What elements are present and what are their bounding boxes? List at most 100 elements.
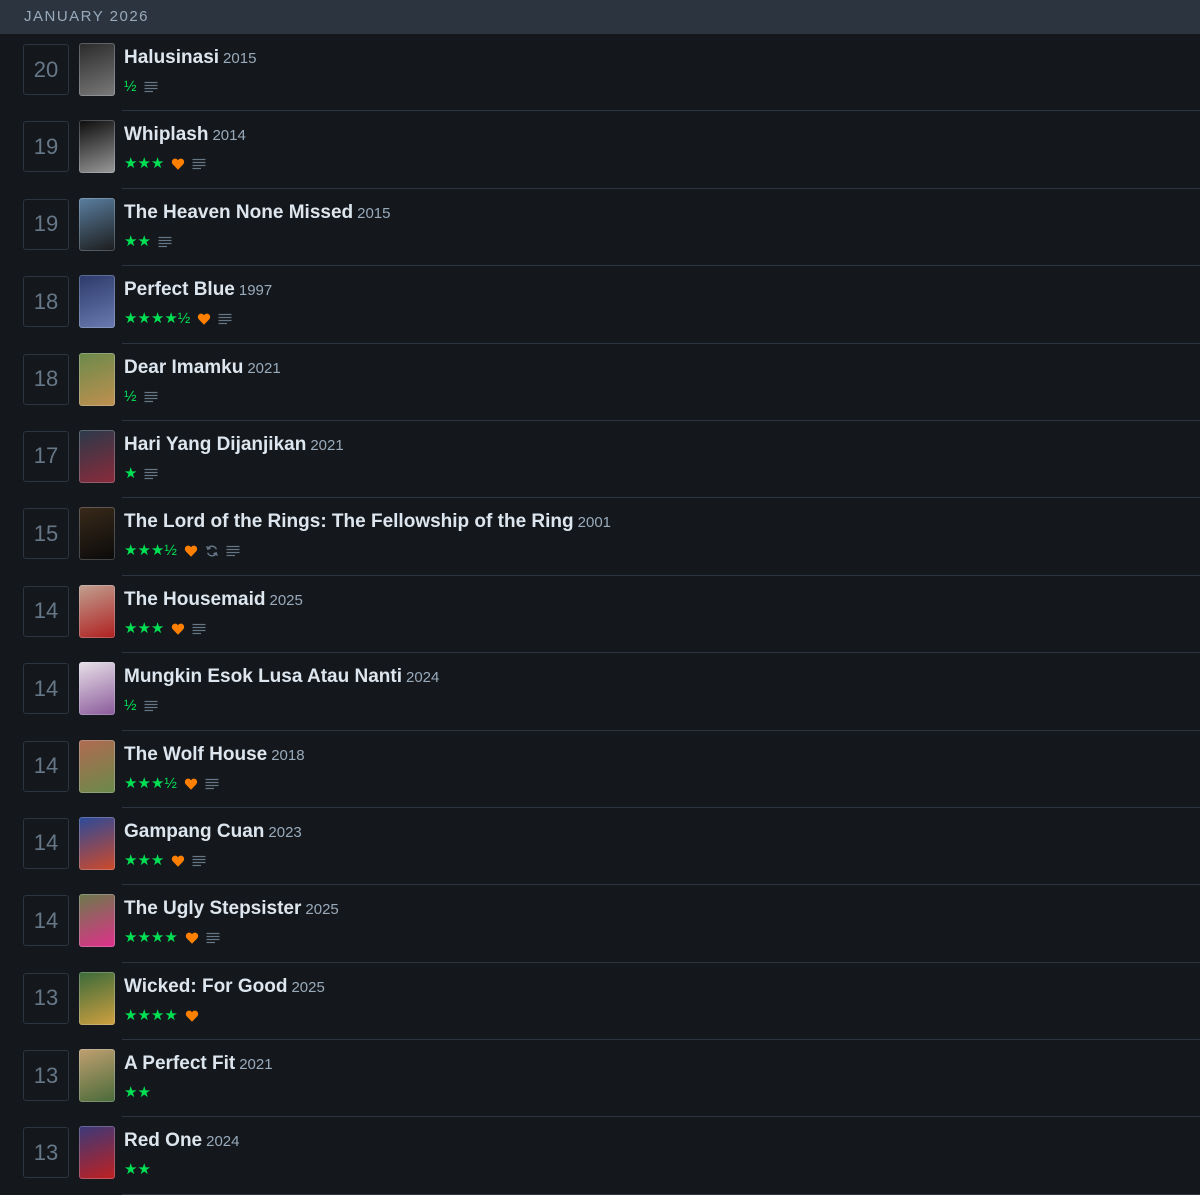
film-year-link[interactable]: 2021	[310, 437, 343, 454]
film-poster[interactable]	[79, 507, 115, 561]
diary-entry-row[interactable]: 14 The Housemaid 2025 ★★★	[0, 576, 1200, 654]
film-title-link[interactable]: Gampang Cuan	[124, 821, 264, 842]
star-rating: ½	[124, 78, 137, 95]
review-icon[interactable]	[144, 391, 158, 403]
film-title-link[interactable]: The Heaven None Missed	[124, 202, 353, 223]
day-badge[interactable]: 15	[23, 508, 69, 560]
film-title-link[interactable]: Halusinasi	[124, 47, 219, 68]
day-badge[interactable]: 13	[23, 972, 69, 1024]
film-title-link[interactable]: Mungkin Esok Lusa Atau Nanti	[124, 666, 402, 687]
film-title-link[interactable]: The Wolf House	[124, 744, 267, 765]
film-title-link[interactable]: The Housemaid	[124, 589, 265, 610]
review-icon[interactable]	[218, 313, 232, 325]
film-poster[interactable]	[79, 352, 115, 406]
day-badge[interactable]: 14	[23, 585, 69, 637]
film-title-link[interactable]: Wicked: For Good	[124, 976, 287, 997]
diary-entry-row[interactable]: 18 Perfect Blue 1997 ★★★★½	[0, 266, 1200, 344]
review-icon[interactable]	[206, 932, 220, 944]
review-icon[interactable]	[158, 236, 172, 248]
day-badge[interactable]: 14	[23, 895, 69, 947]
review-icon[interactable]	[192, 158, 206, 170]
film-year-link[interactable]: 2025	[269, 592, 302, 609]
film-year-link[interactable]: 2024	[206, 1133, 239, 1150]
film-title-link[interactable]: The Ugly Stepsister	[124, 898, 301, 919]
film-poster[interactable]	[79, 739, 115, 793]
diary-entry-row[interactable]: 14 Mungkin Esok Lusa Atau Nanti 2024 ½	[0, 653, 1200, 731]
star-rating: ½	[124, 697, 137, 715]
film-year-link[interactable]: 2015	[223, 50, 256, 67]
day-badge[interactable]: 18	[23, 276, 69, 328]
film-poster[interactable]	[79, 662, 115, 716]
day-badge[interactable]: 13	[23, 1127, 69, 1179]
film-poster[interactable]	[79, 120, 115, 174]
review-icon[interactable]	[192, 855, 206, 867]
film-year-link[interactable]: 2021	[239, 1056, 272, 1073]
film-year-link[interactable]: 2014	[212, 127, 245, 144]
film-title-link[interactable]: Hari Yang Dijanjikan	[124, 434, 306, 455]
film-poster[interactable]	[79, 816, 115, 870]
title-line: The Ugly Stepsister 2025	[124, 898, 339, 920]
star-rating: ★★★	[124, 851, 165, 869]
diary-entry-row[interactable]: 14 The Ugly Stepsister 2025 ★★★★	[0, 885, 1200, 964]
film-year-link[interactable]: 2015	[357, 205, 390, 222]
diary-entry-row[interactable]: 14 The Wolf House 2018 ★★★½	[0, 731, 1200, 809]
film-title-link[interactable]: Red One	[124, 1130, 202, 1151]
heart-icon	[172, 855, 185, 867]
entry-meta: ★★	[124, 233, 172, 251]
entry-meta: ½	[124, 388, 158, 406]
film-year-link[interactable]: 2001	[578, 514, 611, 531]
day-badge[interactable]: 13	[23, 1050, 69, 1102]
film-year-link[interactable]: 2024	[406, 669, 439, 686]
film-poster[interactable]	[79, 429, 115, 483]
review-icon[interactable]	[144, 700, 158, 712]
day-badge[interactable]: 14	[23, 817, 69, 869]
film-year-link[interactable]: 2023	[268, 824, 301, 841]
day-badge[interactable]: 14	[23, 740, 69, 792]
film-year-link[interactable]: 2025	[291, 979, 324, 996]
diary-entry-row[interactable]: 13 Red One 2024 ★★	[0, 1117, 1200, 1195]
film-title-link[interactable]: Dear Imamku	[124, 357, 243, 378]
review-icon[interactable]	[226, 545, 240, 557]
diary-entry-row[interactable]: 20 Halusinasi 2015 ½	[0, 34, 1200, 112]
film-title-link[interactable]: A Perfect Fit	[124, 1053, 235, 1074]
day-badge[interactable]: 18	[23, 353, 69, 405]
review-icon[interactable]	[144, 468, 158, 480]
film-title-link[interactable]: The Lord of the Rings: The Fellowship of…	[124, 511, 574, 532]
film-poster[interactable]	[79, 275, 115, 329]
diary-entry-row[interactable]: 13 Wicked: For Good 2025 ★★★★	[0, 963, 1200, 1041]
review-icon[interactable]	[192, 623, 206, 635]
diary-entry-row[interactable]: 19 The Heaven None Missed 2015 ★★	[0, 189, 1200, 267]
diary-list: 20 Halusinasi 2015 ½ 19 Whiplash 2014 ★★★ 19 The …	[0, 34, 1200, 1195]
film-title-link[interactable]: Perfect Blue	[124, 279, 235, 300]
film-title-link[interactable]: Whiplash	[124, 124, 208, 145]
diary-entry-row[interactable]: 15 The Lord of the Rings: The Fellowship …	[0, 498, 1200, 577]
review-icon[interactable]	[144, 81, 158, 93]
diary-entry-row[interactable]: 17 Hari Yang Dijanjikan 2021 ★	[0, 421, 1200, 499]
day-badge[interactable]: 17	[23, 430, 69, 482]
star-rating: ★★★★	[124, 1006, 178, 1024]
title-line: Whiplash 2014	[124, 124, 246, 146]
title-line: The Heaven None Missed 2015	[124, 202, 391, 224]
diary-entry-row[interactable]: 18 Dear Imamku 2021 ½	[0, 344, 1200, 422]
film-year-link[interactable]: 1997	[239, 282, 272, 299]
diary-entry-row[interactable]: 13 A Perfect Fit 2021 ★★	[0, 1040, 1200, 1118]
entry-meta: ★★	[124, 1161, 151, 1179]
film-poster[interactable]	[79, 197, 115, 251]
day-badge[interactable]: 19	[23, 198, 69, 250]
diary-entry-row[interactable]: 19 Whiplash 2014 ★★★	[0, 111, 1200, 190]
film-poster[interactable]	[79, 43, 115, 96]
film-year-link[interactable]: 2018	[271, 747, 304, 764]
diary-entry-row[interactable]: 14 Gampang Cuan 2023 ★★★	[0, 808, 1200, 886]
film-poster[interactable]	[79, 894, 115, 948]
film-year-link[interactable]: 2025	[305, 901, 338, 918]
title-line: Halusinasi 2015	[124, 47, 256, 69]
film-poster[interactable]	[79, 1126, 115, 1180]
day-badge[interactable]: 20	[23, 44, 69, 95]
film-year-link[interactable]: 2021	[247, 360, 280, 377]
film-poster[interactable]	[79, 1049, 115, 1103]
film-poster[interactable]	[79, 584, 115, 638]
day-badge[interactable]: 14	[23, 663, 69, 715]
review-icon[interactable]	[205, 778, 219, 790]
film-poster[interactable]	[79, 971, 115, 1025]
day-badge[interactable]: 19	[23, 121, 69, 173]
